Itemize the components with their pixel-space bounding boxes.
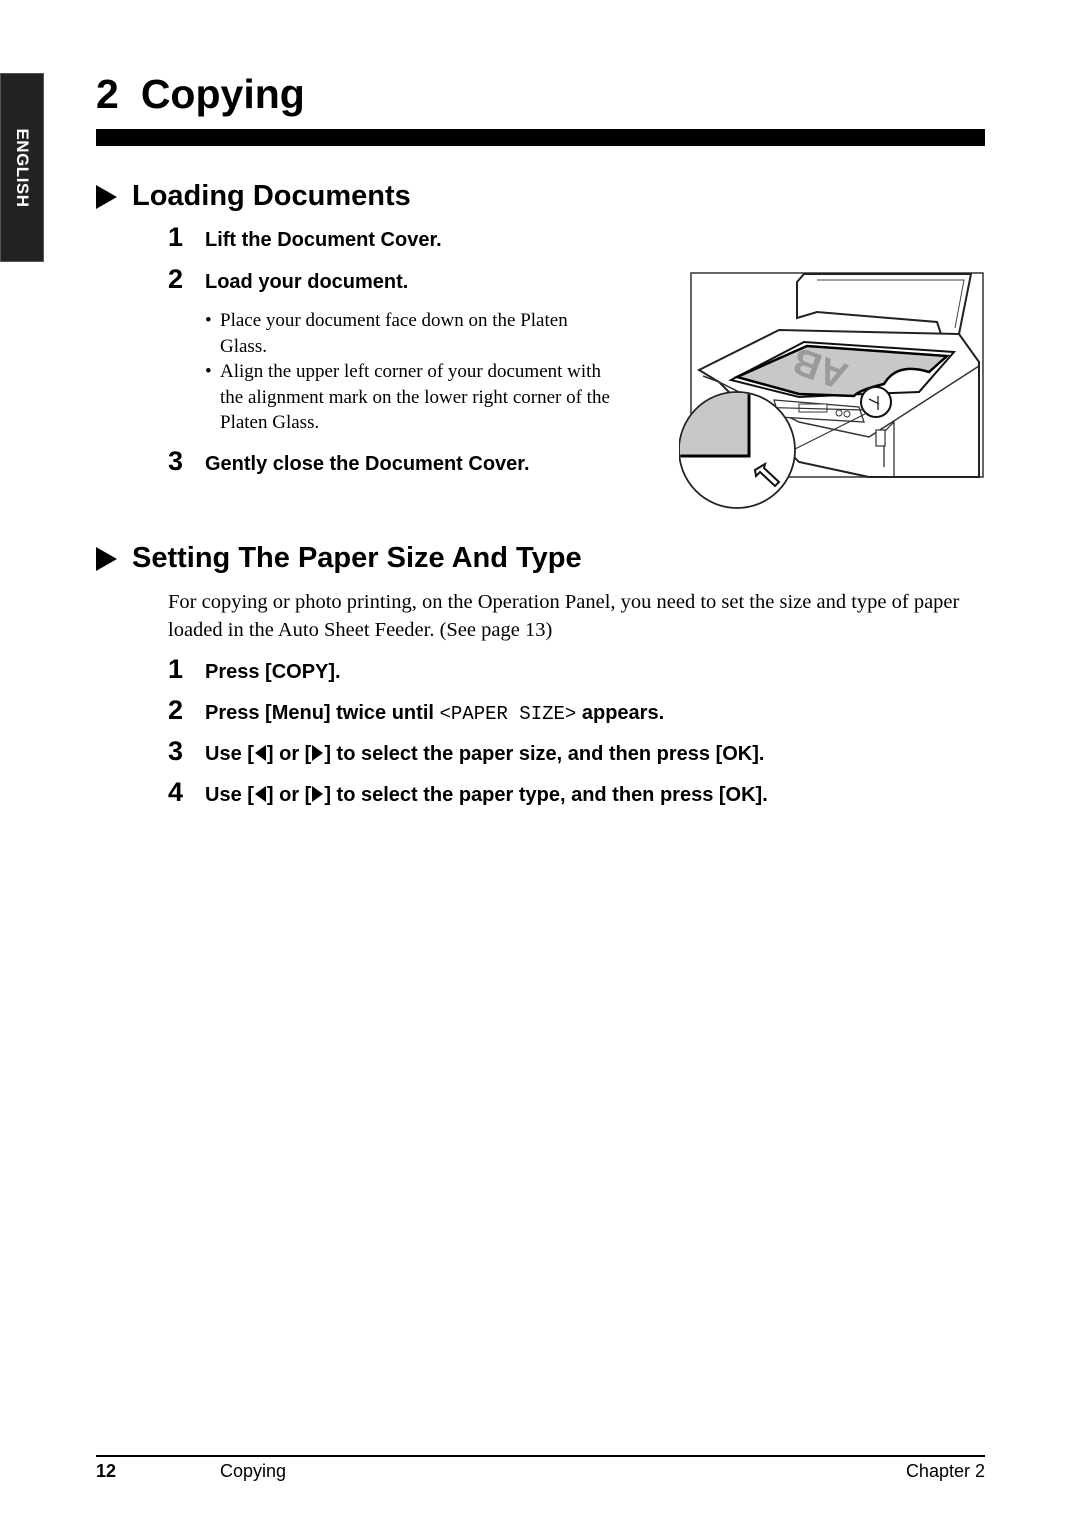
chapter-rule	[96, 129, 985, 146]
step-4-select-paper-type: 4 Use [ ] or [ ] to select the paper type,…	[168, 777, 768, 808]
chapter-number: 2	[96, 71, 119, 117]
left-arrow-icon	[254, 745, 266, 761]
step-3-select-paper-size: 3 Use [ ] or [ ] to select the paper size,…	[168, 736, 764, 767]
right-arrow-icon	[312, 745, 324, 761]
step-number: 4	[168, 777, 184, 807]
language-tab: ENGLISH	[0, 73, 44, 262]
step-text-part: Use [	[205, 784, 254, 806]
paper-settings-intro: For copying or photo printing, on the Op…	[168, 591, 960, 641]
step-1-press-copy: 1 Press [COPY].	[168, 654, 341, 685]
step-3-close-cover: 3 Gently close the Document Cover.	[168, 446, 530, 477]
step-text: Gently close the Document Cover.	[205, 453, 530, 475]
language-label: ENGLISH	[13, 127, 32, 208]
step-text-part: Press [Menu] twice until	[205, 702, 440, 724]
step-text: Press [Menu] twice until <PAPER SIZE> ap…	[205, 702, 664, 725]
step-text-part: ] or [	[266, 743, 312, 765]
triangle-bullet-icon	[96, 184, 117, 209]
step-text: Use [ ] or [ ] to select the paper size, a…	[205, 743, 764, 766]
note-item: Place your document face down on the Pla…	[205, 308, 615, 359]
section-title: Setting The Paper Size And Type	[132, 542, 582, 574]
step-number: 2	[168, 695, 184, 725]
section-title: Loading Documents	[132, 180, 411, 212]
step-text-part: ] to select the paper type, and then pre…	[324, 784, 768, 806]
section-heading-paper-size-type: Setting The Paper Size And Type	[96, 544, 582, 573]
step-text: Load your document.	[205, 271, 409, 293]
step-number: 1	[168, 222, 184, 252]
chapter-name: Copying	[140, 71, 305, 117]
footer-section: Copying	[220, 1461, 287, 1481]
step-text-part: Use [	[205, 743, 254, 765]
load-document-notes: Place your document face down on the Pla…	[205, 308, 615, 436]
step-2-load-document: 2 Load your document.	[168, 264, 408, 295]
left-arrow-icon	[254, 786, 266, 802]
footer-chapter: Chapter 2	[905, 1461, 985, 1481]
lcd-message-code: <PAPER SIZE>	[439, 703, 577, 725]
step-2-press-menu: 2 Press [Menu] twice until <PAPER SIZE> …	[168, 695, 664, 726]
step-number: 3	[168, 446, 184, 476]
note-item: Align the upper left corner of your docu…	[205, 359, 615, 436]
section-heading-loading-documents: Loading Documents	[96, 182, 411, 211]
step-text: Press [COPY].	[205, 661, 341, 683]
step-text: Lift the Document Cover.	[205, 229, 442, 251]
right-arrow-icon	[312, 786, 324, 802]
step-text-part: ] or [	[266, 784, 312, 806]
step-text-part: ] to select the paper size, and then pre…	[324, 743, 765, 765]
step-number: 2	[168, 264, 184, 294]
step-number: 3	[168, 736, 184, 766]
scanner-platen-illustration: AB	[679, 272, 984, 509]
step-1-lift-cover: 1 Lift the Document Cover.	[168, 222, 442, 253]
step-number: 1	[168, 654, 184, 684]
chapter-title: 2 Copying	[96, 74, 305, 115]
footer-rule	[96, 1455, 985, 1457]
triangle-bullet-icon	[96, 546, 117, 571]
step-text-part: appears.	[576, 702, 665, 724]
step-text: Use [ ] or [ ] to select the paper type, a…	[205, 784, 768, 807]
page-number: 12	[96, 1461, 117, 1481]
